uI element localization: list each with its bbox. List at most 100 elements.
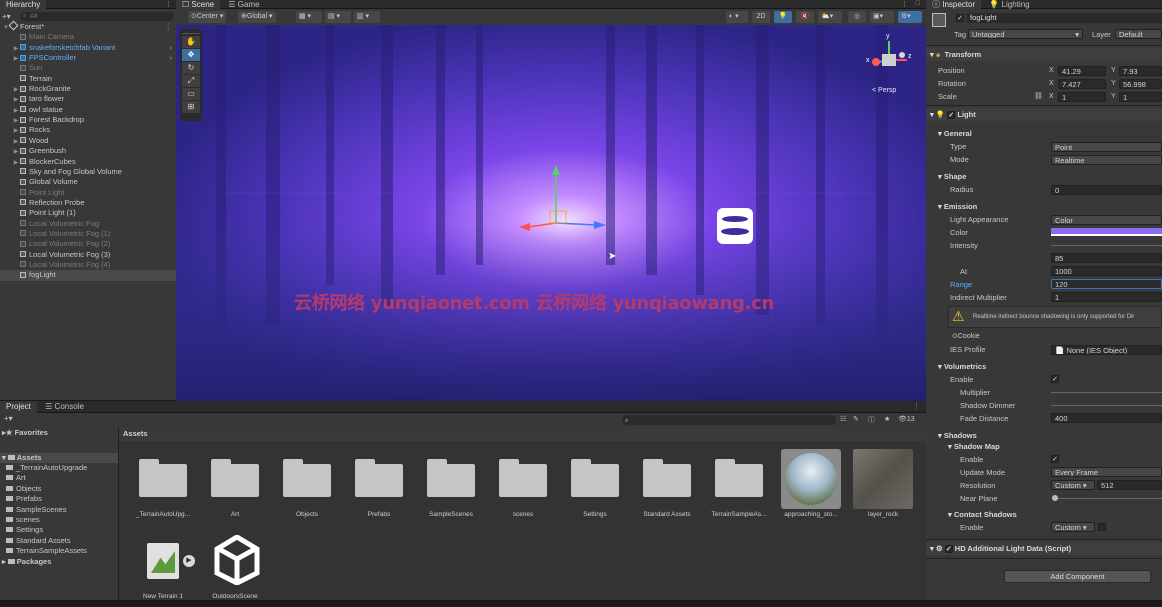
hidden-toggle-icon[interactable]: ◎: [848, 11, 866, 23]
add-component-button[interactable]: Add Component: [1004, 570, 1151, 583]
filter-label-icon[interactable]: ✎: [853, 415, 859, 423]
multiplier-slider[interactable]: [1051, 392, 1162, 393]
contact-enable-dropdown[interactable]: Custom ▾: [1051, 522, 1095, 532]
hierarchy-item[interactable]: Global Volume: [0, 177, 176, 187]
pivot-toggle[interactable]: ⊙Center ▾: [188, 11, 227, 23]
link-icon[interactable]: ⛓: [1034, 92, 1043, 100]
project-tree-item[interactable]: scenes: [0, 515, 118, 525]
hierarchy-item[interactable]: Terrain: [0, 74, 176, 84]
layer-dropdown[interactable]: Default: [1115, 29, 1162, 39]
shadow-map-section[interactable]: ▾ Shadow Map: [926, 440, 1162, 453]
sm-enable-checkbox[interactable]: ✓: [1051, 455, 1059, 463]
project-tree-item[interactable]: Art: [0, 473, 118, 483]
scale-x-field[interactable]: 1: [1058, 92, 1106, 102]
rotation-y-field[interactable]: 56.998: [1119, 79, 1162, 89]
tab-scene[interactable]: ☐ Scene: [176, 0, 221, 9]
favorite-star-icon[interactable]: ★: [884, 415, 890, 423]
tab-game[interactable]: ☰ Game: [222, 0, 265, 9]
assets-breadcrumb[interactable]: Assets: [119, 427, 926, 441]
hierarchy-item[interactable]: Main Camera: [0, 32, 176, 42]
asset-tile[interactable]: Standard Assets: [631, 455, 703, 525]
hierarchy-item[interactable]: Local Volumetric Fog (2): [0, 239, 176, 249]
maximize-icon[interactable]: □: [916, 0, 920, 7]
draw-mode-button[interactable]: ◐ ▾: [726, 11, 748, 23]
tab-inspector[interactable]: ⓘ Inspector: [926, 0, 982, 9]
lighting-toggle-icon[interactable]: 💡: [774, 11, 792, 23]
rotation-x-field[interactable]: 7.427: [1058, 79, 1106, 89]
mode-dropdown[interactable]: Realtime: [1051, 155, 1162, 165]
transform-header[interactable]: ▾ ⚹ Transform: [926, 48, 1162, 61]
project-tree-item[interactable]: TerrainSampleAssets: [0, 546, 118, 556]
chevron-right-icon[interactable]: ›: [170, 43, 173, 53]
assets-row[interactable]: ▾ Assets: [0, 453, 118, 463]
hd-light-data-header[interactable]: ▾ ⚙ ✓ HD Additional Light Data (Script): [926, 542, 1162, 555]
asset-tile[interactable]: layer_rock: [847, 449, 919, 525]
fade-field[interactable]: 400: [1051, 413, 1162, 423]
shadow-dimmer-slider[interactable]: [1051, 405, 1162, 406]
more-icon[interactable]: ⋮: [165, 0, 172, 8]
hd-enabled-checkbox[interactable]: ✓: [944, 545, 953, 553]
hierarchy-item[interactable]: Point Light: [0, 188, 176, 198]
type-dropdown[interactable]: Point: [1051, 142, 1162, 152]
space-toggle[interactable]: ⊕Global ▾: [238, 11, 276, 23]
hierarchy-item[interactable]: ▶ owl statue: [0, 105, 176, 115]
rect-tool-icon[interactable]: ▭: [182, 88, 200, 100]
resolution-field[interactable]: 512: [1097, 480, 1162, 490]
asset-tile[interactable]: SampleScenes: [415, 455, 487, 525]
range-field[interactable]: 120: [1051, 279, 1162, 289]
visibility-count[interactable]: 👁13: [898, 415, 915, 423]
asset-tile[interactable]: _TerrainAutoUpg...: [127, 455, 199, 525]
resolution-mode-dropdown[interactable]: Custom ▾: [1051, 480, 1095, 490]
near-plane-slider[interactable]: [1054, 498, 1162, 499]
move-tool-icon[interactable]: ✥: [182, 49, 200, 61]
vol-enable-checkbox[interactable]: ✓: [1051, 375, 1059, 383]
hierarchy-item[interactable]: ▶ taro flower: [0, 94, 176, 104]
transform-tool-icon[interactable]: ⊞: [182, 101, 200, 113]
grid-button[interactable]: ▤ ▾: [325, 11, 351, 23]
camera-button[interactable]: ▣▾: [870, 11, 894, 23]
project-tree-item[interactable]: Prefabs: [0, 494, 118, 504]
radius-field[interactable]: 0: [1051, 185, 1162, 195]
color-swatch[interactable]: [1051, 228, 1162, 236]
packages-row[interactable]: ▸ Packages: [0, 557, 118, 567]
scene-viewport[interactable]: 云桥网络 yunqiaonet.com 云桥网络 yunqiaowang.cn …: [176, 25, 926, 401]
asset-tile[interactable]: Prefabs: [343, 455, 415, 525]
scale-y-field[interactable]: 1: [1119, 92, 1162, 102]
hierarchy-item[interactable]: Sun: [0, 63, 176, 73]
hierarchy-item[interactable]: Local Volumetric Fog (3): [0, 250, 176, 260]
intensity-field[interactable]: 85: [1051, 253, 1162, 263]
rotate-tool-icon[interactable]: ↻: [182, 62, 200, 74]
hierarchy-item[interactable]: Local Volumetric Fog: [0, 219, 176, 229]
increment-snap-button[interactable]: ▥ ▾: [354, 11, 380, 23]
project-search-input[interactable]: ⌕: [622, 415, 836, 425]
asset-tile[interactable]: OutdoorsScene: [199, 534, 271, 607]
hierarchy-item[interactable]: Sky and Fog Global Volume: [0, 167, 176, 177]
audio-toggle-icon[interactable]: 🔇: [796, 11, 814, 23]
hierarchy-item[interactable]: ▶ Forest Backdrop: [0, 115, 176, 125]
tag-dropdown[interactable]: Untagged ▾: [968, 29, 1083, 39]
tab-hierarchy[interactable]: Hierarchy: [0, 0, 47, 9]
light-enabled-checkbox[interactable]: ✓: [947, 111, 956, 119]
2d-button[interactable]: 2D: [752, 11, 770, 23]
slider-handle[interactable]: [1052, 495, 1058, 501]
position-x-field[interactable]: 41.29: [1058, 66, 1106, 76]
hierarchy-item[interactable]: Point Light (1): [0, 208, 176, 218]
effects-button[interactable]: ⛅▾: [818, 11, 842, 23]
at-field[interactable]: 1000: [1051, 266, 1162, 276]
perspective-label[interactable]: < Persp: [872, 87, 896, 94]
update-mode-dropdown[interactable]: Every Frame: [1051, 467, 1162, 477]
project-tree-item[interactable]: _TerrainAutoUpgrade: [0, 463, 118, 473]
position-y-field[interactable]: 7.93: [1119, 66, 1162, 76]
hierarchy-item[interactable]: fogLight: [0, 270, 176, 281]
appearance-dropdown[interactable]: Color: [1051, 215, 1162, 225]
object-name-field[interactable]: fogLight: [967, 13, 1162, 23]
hierarchy-item[interactable]: Local Volumetric Fog (1): [0, 229, 176, 239]
hierarchy-item[interactable]: ▶ Greenbush: [0, 146, 176, 156]
asset-tile[interactable]: scenes: [487, 455, 559, 525]
intensity-slider[interactable]: [1051, 245, 1162, 246]
asset-tile[interactable]: TerrainSampleAs...: [703, 455, 775, 525]
hierarchy-item[interactable]: ▶ FPSController ›: [0, 53, 176, 63]
active-checkbox[interactable]: ✓: [956, 14, 964, 22]
tab-project[interactable]: Project: [0, 401, 37, 413]
asset-tile[interactable]: Settings: [559, 455, 631, 525]
